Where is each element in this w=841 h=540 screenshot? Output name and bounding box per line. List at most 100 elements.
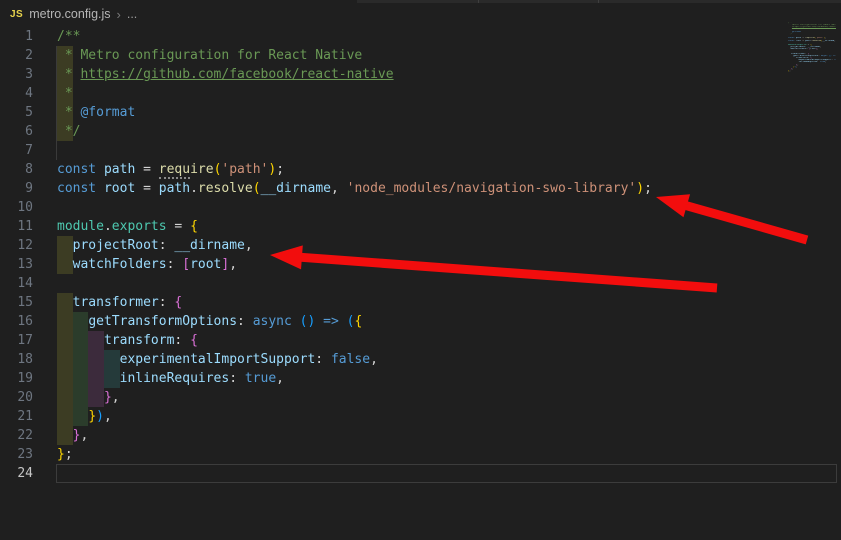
code-token: : — [159, 295, 175, 310]
code-token — [57, 390, 104, 405]
code-token: { — [354, 314, 362, 329]
line-number[interactable]: 18 — [0, 350, 33, 369]
code-token — [57, 295, 73, 310]
line-number[interactable]: 5 — [0, 103, 33, 122]
code-token: requ — [159, 162, 190, 179]
code-token: , — [112, 390, 120, 405]
line-number[interactable]: 17 — [0, 331, 33, 350]
line-number[interactable]: 16 — [0, 312, 33, 331]
line-number[interactable]: 6 — [0, 122, 33, 141]
code-line-14[interactable] — [57, 274, 781, 293]
code-token: : — [174, 333, 190, 348]
code-line-2[interactable]: * Metro configuration for React Native — [57, 46, 781, 65]
code-token: } — [57, 447, 65, 462]
line-number[interactable]: 15 — [0, 293, 33, 312]
code-line-20[interactable]: }, — [57, 388, 781, 407]
code-line-10[interactable] — [57, 198, 781, 217]
line-number[interactable]: 13 — [0, 255, 33, 274]
code-token: getTransformOptions — [88, 314, 237, 329]
code-token: () — [300, 314, 316, 329]
line-number[interactable]: 12 — [0, 236, 33, 255]
code-token: ( — [253, 181, 261, 196]
code-token — [57, 371, 120, 386]
code-token: resolve — [198, 181, 253, 196]
code-line-21[interactable]: }), — [57, 407, 781, 426]
code-token: module — [57, 219, 104, 234]
tab-bar-edge — [357, 0, 841, 3]
code-token: ) — [636, 181, 644, 196]
code-line-1[interactable]: /** — [57, 27, 781, 46]
code-token: } — [104, 390, 112, 405]
line-number[interactable]: 10 — [0, 198, 33, 217]
breadcrumb-file-name[interactable]: metro.config.js — [29, 7, 110, 21]
minimap[interactable]: /** * Metro configuration for React Nati… — [788, 22, 836, 82]
tab-separator — [598, 0, 599, 3]
code-line-7[interactable] — [57, 141, 781, 160]
code-token — [57, 257, 73, 272]
code-editor[interactable]: /** * Metro configuration for React Nati… — [57, 27, 781, 483]
line-number[interactable]: 8 — [0, 160, 33, 179]
code-token: /** — [57, 29, 80, 44]
code-token: root — [104, 181, 135, 196]
minimap-line: * https://github.com/facebook/react-nati… — [788, 26, 836, 28]
code-line-19[interactable]: inlineRequires: true, — [57, 369, 781, 388]
code-line-5[interactable]: * @format — [57, 103, 781, 122]
line-number[interactable]: 23 — [0, 445, 33, 464]
line-number[interactable]: 14 — [0, 274, 33, 293]
code-token: __dirname — [261, 181, 331, 196]
code-token: https://github.com/facebook/react-native — [80, 67, 393, 82]
line-number[interactable]: 20 — [0, 388, 33, 407]
code-line-3[interactable]: * https://github.com/facebook/react-nati… — [57, 65, 781, 84]
code-token — [57, 314, 88, 329]
current-line-highlight — [56, 464, 837, 483]
line-number[interactable]: 22 — [0, 426, 33, 445]
code-token — [57, 409, 88, 424]
line-number[interactable]: 7 — [0, 141, 33, 160]
code-line-17[interactable]: transform: { — [57, 331, 781, 350]
code-line-15[interactable]: transformer: { — [57, 293, 781, 312]
code-line-13[interactable]: watchFolders: [root], — [57, 255, 781, 274]
editor-gutter[interactable]: 123456789101112131415161718192021222324 — [0, 27, 33, 483]
code-token: => — [323, 314, 339, 329]
code-line-23[interactable]: }; — [57, 445, 781, 464]
code-token: experimentalImportSupport — [120, 352, 316, 367]
code-token: , — [80, 428, 88, 443]
code-token: { — [190, 219, 198, 234]
code-line-16[interactable]: getTransformOptions: async () => ({ — [57, 312, 781, 331]
code-token: __dirname — [174, 238, 244, 253]
line-number[interactable]: 24 — [0, 464, 33, 483]
code-token: watchFolders — [73, 257, 167, 272]
line-number[interactable]: 4 — [0, 84, 33, 103]
line-number[interactable]: 3 — [0, 65, 33, 84]
code-token: , — [370, 352, 378, 367]
code-line-11[interactable]: module.exports = { — [57, 217, 781, 236]
code-token: ; — [276, 162, 284, 177]
code-line-9[interactable]: const root = path.resolve(__dirname, 'no… — [57, 179, 781, 198]
code-token — [339, 314, 347, 329]
line-number[interactable]: 19 — [0, 369, 33, 388]
code-line-6[interactable]: */ — [57, 122, 781, 141]
line-number[interactable]: 1 — [0, 27, 33, 46]
line-number[interactable]: 21 — [0, 407, 33, 426]
code-line-18[interactable]: experimentalImportSupport: false, — [57, 350, 781, 369]
breadcrumb-symbol-ellipsis[interactable]: ... — [127, 7, 137, 21]
code-token: : — [315, 352, 331, 367]
code-token: } — [88, 409, 96, 424]
code-token: const — [57, 162, 96, 177]
code-line-8[interactable]: const path = require('path'); — [57, 160, 781, 179]
code-token: path — [159, 181, 190, 196]
minimap-line: const root = path.resolve(__dirname, 'no… — [788, 40, 836, 42]
code-token — [57, 333, 104, 348]
code-token: * — [57, 86, 73, 101]
code-token: @format — [80, 105, 135, 120]
code-line-22[interactable]: }, — [57, 426, 781, 445]
code-line-12[interactable]: projectRoot: __dirname, — [57, 236, 781, 255]
line-number[interactable]: 2 — [0, 46, 33, 65]
code-token: 'path' — [221, 162, 268, 177]
line-number[interactable]: 11 — [0, 217, 33, 236]
code-token: * — [57, 67, 80, 82]
code-token — [96, 162, 104, 177]
js-file-icon: JS — [10, 9, 23, 20]
line-number[interactable]: 9 — [0, 179, 33, 198]
code-line-4[interactable]: * — [57, 84, 781, 103]
